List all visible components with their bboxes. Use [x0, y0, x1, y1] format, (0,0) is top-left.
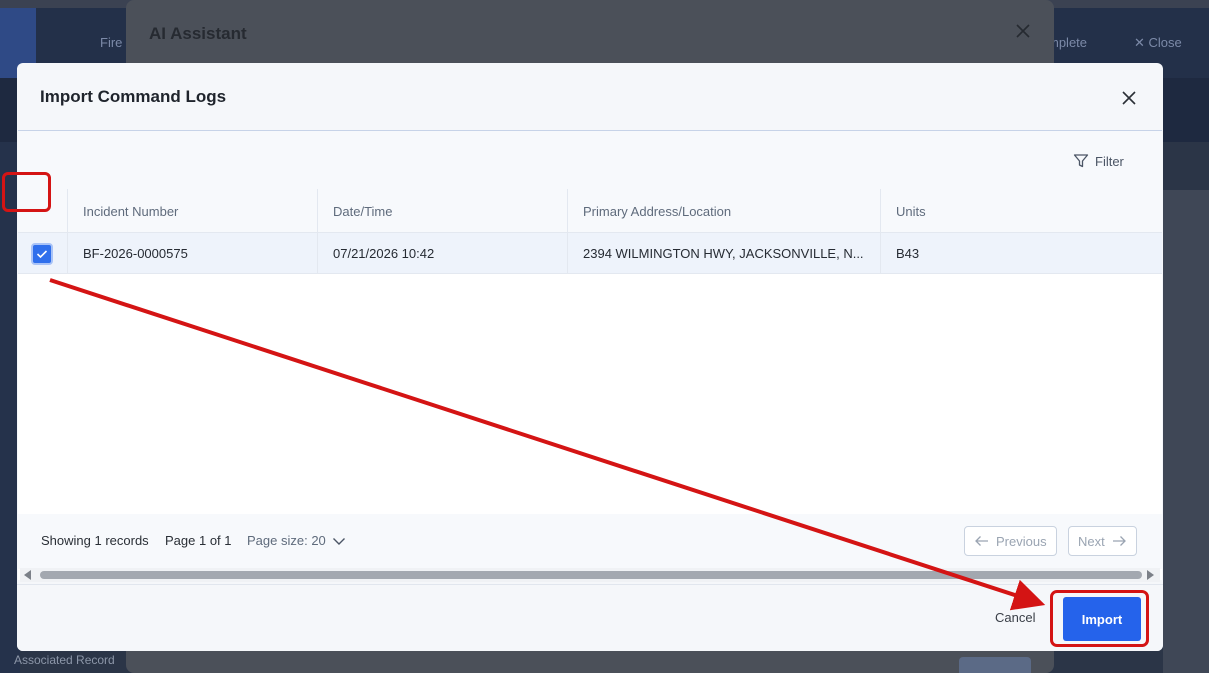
- import-highlight-box: [1050, 590, 1149, 647]
- scroll-right-arrow-icon[interactable]: [1147, 570, 1154, 580]
- cell-address: 2394 WILMINGTON HWY, JACKSONVILLE, N...: [568, 233, 881, 274]
- header-close-button[interactable]: ✕ Close: [1134, 35, 1182, 51]
- table-header: Incident Number Date/Time Primary Addres…: [18, 189, 1162, 233]
- pagination-bar: Showing 1 records Page 1 of 1 Page size:…: [18, 514, 1162, 569]
- previous-label: Previous: [996, 533, 1047, 549]
- modal-footer: Cancel Import: [17, 584, 1163, 651]
- page-size-label: Page size: 20: [247, 533, 326, 548]
- header-date-time[interactable]: Date/Time: [318, 189, 568, 233]
- scroll-left-arrow-icon[interactable]: [24, 570, 31, 580]
- previous-button[interactable]: Previous: [964, 526, 1057, 556]
- app-content-edge: [1163, 190, 1209, 673]
- cancel-button[interactable]: Cancel: [995, 610, 1035, 625]
- horizontal-scrollbar[interactable]: [20, 568, 1160, 582]
- header-incident-number[interactable]: Incident Number: [68, 189, 318, 233]
- next-label: Next: [1078, 533, 1105, 549]
- cell-incident-number: BF-2026-0000575: [68, 233, 318, 274]
- header-fire-label: Fire: [100, 35, 123, 50]
- header-close-label: Close: [1148, 35, 1182, 50]
- chevron-down-icon: [332, 537, 345, 545]
- arrow-right-icon: [1112, 536, 1126, 546]
- cell-units: B43: [896, 246, 920, 261]
- checkbox-highlight-box: [2, 172, 51, 212]
- scrollbar-thumb[interactable]: [40, 571, 1142, 579]
- header-address[interactable]: Primary Address/Location: [568, 189, 881, 233]
- ai-dialog-button[interactable]: [959, 657, 1031, 673]
- modal-title: Import Command Logs: [40, 87, 227, 106]
- header-units[interactable]: Units: [881, 189, 1162, 233]
- row-select-cell: [18, 233, 68, 274]
- arrow-left-icon: [975, 536, 988, 546]
- records-grid: Filter Incident Number Date/Time Primary…: [18, 130, 1162, 580]
- row-checkbox[interactable]: [31, 243, 53, 265]
- filter-button[interactable]: Filter: [1073, 151, 1124, 171]
- page-indicator: Page 1 of 1: [165, 533, 232, 548]
- ai-assistant-title: AI Assistant: [149, 24, 247, 43]
- grid-toolbar: Filter: [18, 131, 1162, 189]
- filter-icon: [1073, 154, 1089, 168]
- import-command-logs-modal: Import Command Logs Filter Incident Numb…: [17, 63, 1163, 651]
- ai-close-icon[interactable]: [1014, 22, 1032, 40]
- table-row[interactable]: BF-2026-0000575 07/21/2026 10:42 2394 WI…: [18, 233, 1162, 274]
- close-icon[interactable]: [1120, 89, 1138, 107]
- records-count: Showing 1 records: [41, 533, 149, 548]
- page-size-select[interactable]: Page size: 20: [247, 533, 346, 548]
- check-icon: [36, 250, 48, 259]
- cell-date-time: 07/21/2026 10:42: [318, 233, 568, 274]
- next-button[interactable]: Next: [1068, 526, 1137, 556]
- filter-label: Filter: [1095, 153, 1124, 169]
- sidebar-associated-record[interactable]: Associated Record: [14, 653, 115, 667]
